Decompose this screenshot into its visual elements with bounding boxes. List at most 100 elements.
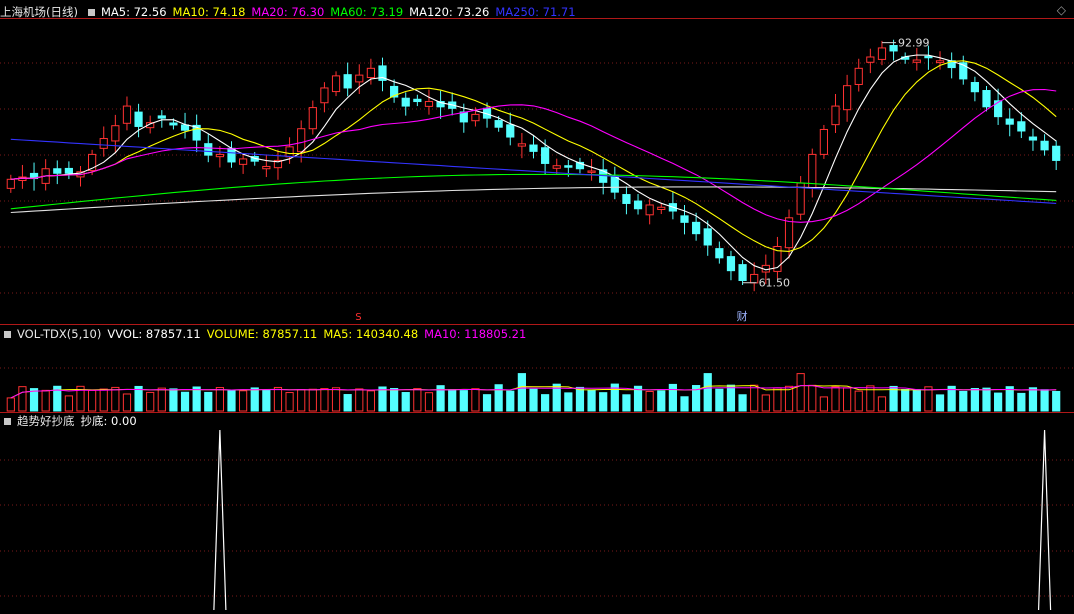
indicator-title: 趋势好抄底 [17,414,75,428]
candle-up [122,105,132,124]
volume-bar-down [262,389,271,412]
candle-down [1040,140,1049,151]
volume-bar-down [657,390,666,412]
candlestick-series [6,39,1061,292]
volume-bar-up [471,388,480,412]
volume-bar-down [668,383,677,412]
candle-down [227,147,236,163]
candle-up [6,178,15,189]
candle-down [134,111,143,127]
candle-up [262,165,271,170]
volume-bar-down [517,373,526,412]
chaodi-signal-spike [1037,429,1052,611]
chart-canvas[interactable]: 92.99 61.50 财 S [0,0,1074,611]
volume-bar-up [157,387,166,412]
candle-down [401,97,410,107]
volume-bar-up [297,389,306,412]
candle-down [692,221,701,235]
candle-up [587,170,596,173]
volume-bar-up [831,386,840,412]
volume-bar-up [285,392,294,412]
candle-up [854,67,863,85]
candle-down [1028,136,1038,141]
chaodi-signal-spike [213,429,227,611]
volume-bar-down [390,388,399,412]
volume-bar-up [366,390,375,412]
ma5-line [10,54,1057,271]
candle-up [366,67,375,79]
volume-bar-down [529,388,538,412]
volume-bar-down [459,390,468,412]
volume-bar-up [843,387,852,412]
candle-down [53,168,62,174]
volume-bar-down [448,389,457,412]
volume-bar-up [308,388,317,412]
volume-bar-up [215,387,224,412]
candle-up [866,56,875,63]
volume-series [6,373,1061,412]
ma120-readout: MA120: 73.26 [409,5,490,19]
candle-up [331,75,341,93]
volume-bar-up [111,386,120,412]
volume-bar-down [192,386,201,412]
candle-down [204,143,213,156]
volume-bar-down [599,392,608,412]
volume-panel-header: VOL-TDX(5,10) VVOL: 87857.11 VOLUME: 87857… [0,325,532,343]
candle-down [982,90,991,108]
main-panel-header: 上海机场(日线) MA5: 72.56 MA10: 74.18 MA20: 76.30… [0,3,582,21]
volume-bar-down [401,392,410,412]
volume-bar-down [1005,386,1014,412]
candle-down [506,124,515,138]
volume-bar-down [343,394,352,412]
candle-down [1017,121,1026,132]
volume-bar-down [29,388,39,412]
settings-square-icon[interactable] [4,418,11,425]
stock-chart[interactable]: 92.99 61.50 财 S 上海机场(日线) MA5: 72.56 MA10: 74.… [0,0,1074,611]
volume-bar-up [750,384,759,412]
candle-up [239,158,248,165]
low-price-label: 61.50 [759,277,791,290]
volume-bar-down [726,384,736,412]
volume-bar-down [1040,389,1049,412]
volume-bar-up [355,388,364,412]
candle-up [657,206,666,211]
volume-bar-down [970,388,979,412]
candle-up [552,165,561,169]
candle-down [564,165,573,168]
candle-up [808,153,817,189]
candle-up [471,113,480,122]
settings-square-icon[interactable] [4,331,11,338]
candle-down [529,144,538,152]
candle-up [111,125,120,142]
ma120-line [10,186,1057,214]
candle-up [285,146,294,158]
volume-bar-down [959,390,968,412]
candle-down [633,200,643,210]
candle-up [424,101,434,107]
candle-down [622,194,631,204]
volume-bar-up [877,396,887,412]
volume-bar-down [506,390,515,412]
candle-up [517,143,526,147]
candle-down [494,120,503,128]
candle-up [99,138,108,149]
volume-bar-down [680,396,689,412]
candle-down [680,215,689,223]
main-title: 上海机场(日线) [0,5,78,19]
volume-bar-up [645,390,654,412]
volume-bar-up [18,386,27,412]
vol-ma10-readout: MA10: 118805.21 [424,327,527,341]
vol-title: VOL-TDX(5,10) [17,327,102,341]
candle-up [912,59,921,63]
indicator-panel-header: 趋势好抄底 抄底: 0.00 [0,412,143,430]
volume-bar-up [761,394,770,412]
volume-bar-down [250,387,259,412]
candle-down [889,45,898,52]
settings-square-icon[interactable] [87,9,95,16]
diamond-icon[interactable]: ◇ [1057,3,1066,17]
volume-bar-up [796,373,805,412]
volume-bar-down [703,373,712,412]
volume-bar-down [738,394,747,412]
volume-bar-up [320,388,329,412]
volume-bar-down [1052,390,1061,412]
